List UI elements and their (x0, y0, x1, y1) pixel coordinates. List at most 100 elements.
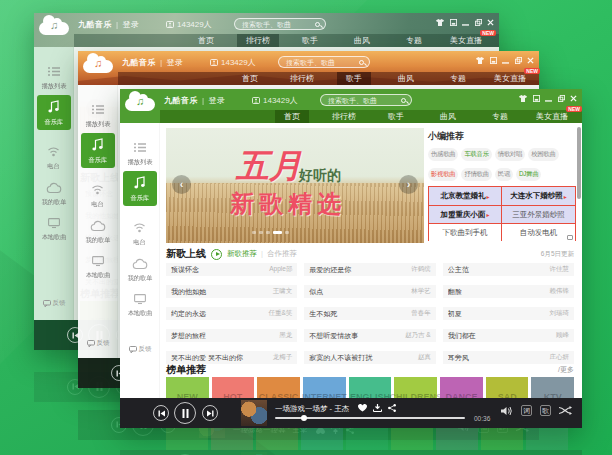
share-icon[interactable] (388, 404, 396, 412)
search-input[interactable]: 搜索歌手、歌曲 (320, 94, 412, 106)
search-icon[interactable] (401, 98, 407, 104)
minimize-icon[interactable] (502, 57, 509, 64)
tab-5[interactable]: 美女直播NEW (484, 72, 536, 85)
tag-pill[interactable]: 伤感歌曲 (428, 148, 458, 161)
skin-icon[interactable] (436, 19, 444, 26)
prev-button[interactable] (153, 405, 169, 421)
skin-icon[interactable] (519, 95, 527, 102)
chart-tile-childrens[interactable]: CHILDRENS (394, 377, 437, 398)
mini-mode-icon[interactable] (490, 57, 497, 64)
maximize-icon[interactable] (558, 95, 565, 102)
skin-icon[interactable] (476, 57, 484, 64)
tag-pill[interactable]: 车载音乐 (461, 148, 491, 161)
more-link[interactable]: /更多 (558, 365, 574, 375)
sidebar-item-music-library[interactable]: 音乐库 (81, 133, 115, 168)
tag-pill[interactable]: DJ舞曲 (516, 168, 542, 181)
lyrics-button[interactable]: 词 (521, 405, 532, 416)
promo-banner[interactable]: 五月 好听的 新歌精选 ‹ › (166, 128, 424, 243)
tab-4[interactable]: 专题 (474, 110, 526, 123)
login-link[interactable]: 登录 (123, 20, 140, 29)
minimize-icon[interactable] (545, 95, 552, 102)
volume-icon[interactable] (501, 406, 513, 416)
tag-pill[interactable]: 民谣 (495, 168, 513, 181)
song-row[interactable]: 最爱的还是你许鹤缤 (304, 263, 435, 276)
tab-3[interactable]: 曲风 (380, 72, 432, 85)
sidebar-item-playlist[interactable]: 播放列表 (120, 139, 159, 167)
sidebar-item-radio[interactable]: 电台 (34, 143, 73, 171)
sidebar-item-music-library[interactable]: 音乐库 (37, 95, 71, 130)
song-row[interactable]: 我的他如她王啸文 (166, 285, 297, 298)
chart-tile-ktv[interactable]: KTV (531, 377, 574, 398)
song-button[interactable]: 歌 (540, 405, 551, 416)
song-row[interactable]: 翻脸赖伟锋 (443, 285, 574, 298)
maximize-icon[interactable] (475, 19, 482, 26)
tab-3[interactable]: 曲风 (422, 110, 474, 123)
tag-pill[interactable]: 校园歌曲 (528, 148, 558, 161)
feedback-link[interactable]: 反馈 (78, 339, 118, 348)
sidebar-item-my-playlists[interactable]: 我的歌单 (34, 179, 73, 207)
chart-tile-sad[interactable]: SAD (486, 377, 529, 398)
sidebar-item-radio[interactable]: 电台 (78, 181, 117, 209)
ad-link[interactable]: 大连水下婚纱照▸ (502, 187, 575, 205)
search-icon[interactable] (359, 60, 365, 66)
carousel-dots[interactable] (252, 231, 289, 234)
maximize-icon[interactable] (515, 57, 522, 64)
ad-link[interactable]: 加盟重庆小面▸ (429, 205, 502, 223)
progress-bar[interactable] (275, 417, 465, 419)
sidebar-item-my-playlists[interactable]: 我的歌单 (78, 217, 117, 245)
tag-pill[interactable]: 影视歌曲 (428, 168, 458, 181)
carousel-next-arrow[interactable]: › (399, 175, 418, 194)
tab-1[interactable]: 排行榜 (232, 34, 284, 47)
tab-4[interactable]: 专题 (388, 34, 440, 47)
minimize-icon[interactable] (462, 19, 469, 26)
song-row[interactable]: 约定的永远任重&笑 (166, 307, 297, 320)
tab-0[interactable]: 首页 (266, 110, 318, 123)
tab-5[interactable]: 美女直播NEW (526, 110, 578, 123)
login-link[interactable]: 登录 (209, 96, 226, 105)
song-row[interactable]: 预谋怀念Apple邵 (166, 263, 297, 276)
song-row[interactable]: 初夏刘瑞琦 (443, 307, 574, 320)
next-button[interactable] (202, 405, 218, 421)
sidebar-item-radio[interactable]: 电台 (120, 219, 159, 247)
sidebar-item-playlist[interactable]: 播放列表 (78, 101, 117, 129)
tab-4[interactable]: 专题 (432, 72, 484, 85)
pause-button[interactable] (174, 402, 196, 424)
sidebar-item-playlist[interactable]: 播放列表 (34, 63, 73, 91)
ad-link[interactable]: 三亚外景婚纱照 (502, 205, 575, 223)
tab-1[interactable]: 排行榜 (276, 72, 328, 85)
tab-1[interactable]: 排行榜 (318, 110, 370, 123)
close-icon[interactable] (527, 57, 534, 64)
tab-new-recommend[interactable]: 新歌推荐 (227, 249, 257, 258)
search-input[interactable]: 搜索歌手、歌曲 (278, 56, 370, 68)
tab-0[interactable]: 首页 (224, 72, 276, 85)
tab-2[interactable]: 歌手 (370, 110, 422, 123)
ad-link[interactable]: 下歌曲到手机 (429, 223, 502, 241)
chart-tile-hot[interactable]: HOT (212, 377, 255, 398)
scrollbar-thumb[interactable] (577, 127, 581, 199)
tab-2[interactable]: 歌手 (328, 72, 380, 85)
sidebar-item-music-library[interactable]: 音乐库 (123, 171, 157, 206)
carousel-prev-arrow[interactable]: ‹ (172, 175, 191, 194)
tab-3[interactable]: 曲风 (336, 34, 388, 47)
search-icon[interactable] (315, 22, 321, 28)
search-input[interactable]: 搜索歌手、歌曲 (234, 18, 326, 30)
chart-tile-new[interactable]: NEW (166, 377, 209, 398)
download-icon[interactable] (373, 404, 382, 412)
tag-pill[interactable]: 抒情歌曲 (461, 168, 491, 181)
album-art[interactable] (241, 400, 267, 426)
mini-mode-icon[interactable] (450, 19, 457, 26)
sidebar-item-local-songs[interactable]: 本地歌曲 (78, 252, 117, 280)
favorite-icon[interactable] (358, 404, 367, 412)
shuffle-icon[interactable] (559, 406, 572, 415)
ad-link[interactable]: 自动发电机 (502, 223, 575, 241)
song-row[interactable]: 我们都在顾峰 (443, 329, 574, 342)
sidebar-item-my-playlists[interactable]: 我的歌单 (120, 255, 159, 283)
tab-2[interactable]: 歌手 (284, 34, 336, 47)
tab-0[interactable]: 首页 (180, 34, 232, 47)
chart-tile-classic[interactable]: CLASSIC (257, 377, 300, 398)
song-row[interactable]: 梦想的旅程黑龙 (166, 329, 297, 342)
sidebar-item-local-songs[interactable]: 本地歌曲 (34, 214, 73, 242)
tab-5[interactable]: 美女直播NEW (440, 34, 492, 47)
song-row[interactable]: 不想听爱情故事赵乃吉 & (304, 329, 435, 342)
close-icon[interactable] (570, 95, 577, 102)
